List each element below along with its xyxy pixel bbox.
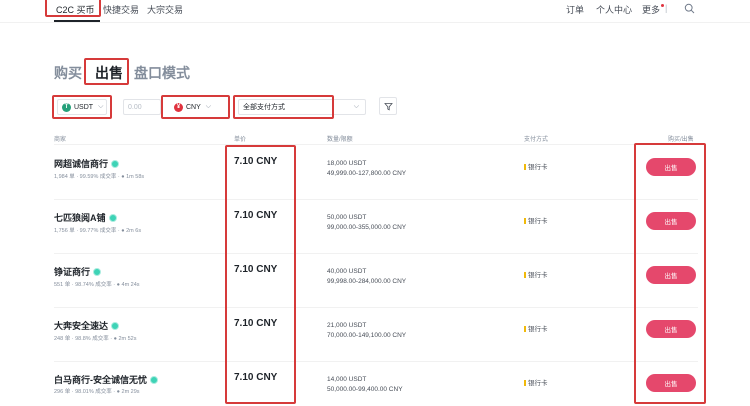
price: 7.10 CNY [234, 372, 278, 383]
merchant-name[interactable]: 大奔安全速达 [54, 319, 120, 332]
merchant-name[interactable]: 网超诚信商行 [54, 157, 120, 170]
merchant-name[interactable]: 七匹狼阅A铺 [54, 211, 117, 224]
payment-method: 银行卡 [524, 269, 548, 279]
payment-marker [524, 326, 526, 332]
nav-user-center[interactable]: 个人中心 [596, 3, 632, 16]
coin-select-value: USDT [74, 103, 94, 111]
price: 7.10 CNY [234, 318, 278, 329]
tab-orderbook-mode[interactable]: 盘口模式 [134, 63, 190, 83]
payment-method: 银行卡 [524, 377, 548, 387]
nav-block-trade[interactable]: 大宗交易 [147, 3, 183, 16]
header-price: 单价 [234, 137, 247, 143]
amount-placeholder: 0.00 [128, 103, 142, 111]
currency-select[interactable]: ¥ CNY ⌵ [170, 99, 225, 115]
verified-icon [93, 267, 102, 276]
payment-marker [524, 380, 526, 386]
merchant-name[interactable]: 铮证商行 [54, 265, 102, 278]
payment-method: 银行卡 [524, 323, 548, 333]
merchant-stats: 296 单 · 98.01% 成交率 · ● 2m 29s [54, 389, 140, 395]
header-action: 购买/出售 [668, 137, 694, 143]
nav-more[interactable]: 更多 [642, 3, 660, 16]
header-quantity-limit: 数量/限额 [327, 137, 353, 143]
tab-buy[interactable]: 购买 [54, 63, 82, 83]
verified-icon [108, 213, 117, 222]
sell-button[interactable]: 出售 [646, 374, 696, 392]
row-divider [54, 253, 698, 254]
price: 7.10 CNY [234, 156, 278, 167]
payment-select-value: 全部支付方式 [243, 104, 285, 111]
chevron-down-icon: ⌵ [98, 103, 104, 110]
payment-marker [524, 218, 526, 224]
row-divider [54, 199, 698, 200]
nav-c2c-buy[interactable]: C2C 买币 [56, 3, 95, 16]
payment-method: 银行卡 [524, 161, 548, 171]
coin-select[interactable]: T USDT ⌵ [57, 99, 107, 115]
sell-button[interactable]: 出售 [646, 212, 696, 230]
merchant-stats: 1,984 单 · 99.59% 成交率 · ● 1m 58s [54, 174, 145, 180]
currency-select-value: CNY [186, 103, 201, 111]
notification-dot [661, 4, 664, 7]
amount-input[interactable]: 0.00 [123, 99, 161, 115]
merchant-stats: 1,756 单 · 99.77% 成交率 · ● 2m 6s [54, 228, 142, 234]
chevron-down-icon: ⌵ [205, 103, 212, 110]
header-divider [54, 144, 698, 145]
filter-button[interactable] [379, 97, 397, 115]
cny-icon: ¥ [174, 102, 183, 112]
verified-icon [111, 321, 120, 330]
price: 7.10 CNY [234, 210, 278, 221]
merchant-stats: 248 单 · 98.8% 成交率 · ● 2m 52s [54, 336, 137, 342]
merchant-name[interactable]: 白马商行-安全诚信无忧 [54, 373, 158, 386]
header-payment: 支付方式 [524, 137, 549, 143]
sell-button[interactable]: 出售 [646, 266, 696, 284]
sell-button[interactable]: 出售 [646, 158, 696, 176]
quantity-limit: 14,000 USDT 50,000.00-99,400.00 CNY [327, 376, 403, 393]
payment-select[interactable]: 全部支付方式 ⌵ [238, 99, 366, 115]
payment-method: 银行卡 [524, 215, 548, 225]
chevron-down-icon: ⌵ [353, 103, 359, 110]
tab-sell[interactable]: 出售 [95, 63, 123, 83]
top-nav: C2C 买币 快捷交易 大宗交易 订单 个人中心 更多 | [0, 0, 750, 24]
sell-button[interactable]: 出售 [646, 320, 696, 338]
quantity-limit: 18,000 USDT 49,999.00-127,800.00 CNY [327, 160, 407, 177]
verified-icon [111, 159, 120, 168]
usdt-icon: T [62, 102, 71, 112]
nav-orders[interactable]: 订单 [566, 3, 584, 16]
price: 7.10 CNY [234, 264, 278, 275]
nav-quick-trade[interactable]: 快捷交易 [103, 3, 139, 16]
verified-icon [150, 375, 158, 384]
payment-marker [524, 164, 526, 170]
row-divider [54, 361, 698, 362]
merchant-stats: 551 单 · 98.74% 成交率 · ● 4m 24s [54, 282, 140, 288]
search-icon[interactable] [684, 3, 695, 14]
header-merchant: 商家 [54, 137, 67, 143]
quantity-limit: 40,000 USDT 99,998.00-284,000.00 CNY [327, 268, 407, 285]
row-divider [54, 307, 698, 308]
filter-icon [383, 102, 393, 110]
payment-marker [524, 272, 526, 278]
quantity-limit: 50,000 USDT 99,000.00-355,000.00 CNY [327, 214, 407, 231]
nav-divider: | [665, 3, 668, 13]
quantity-limit: 21,000 USDT 70,000.00-149,100.00 CNY [327, 322, 407, 339]
nav-divider-line [0, 22, 750, 23]
